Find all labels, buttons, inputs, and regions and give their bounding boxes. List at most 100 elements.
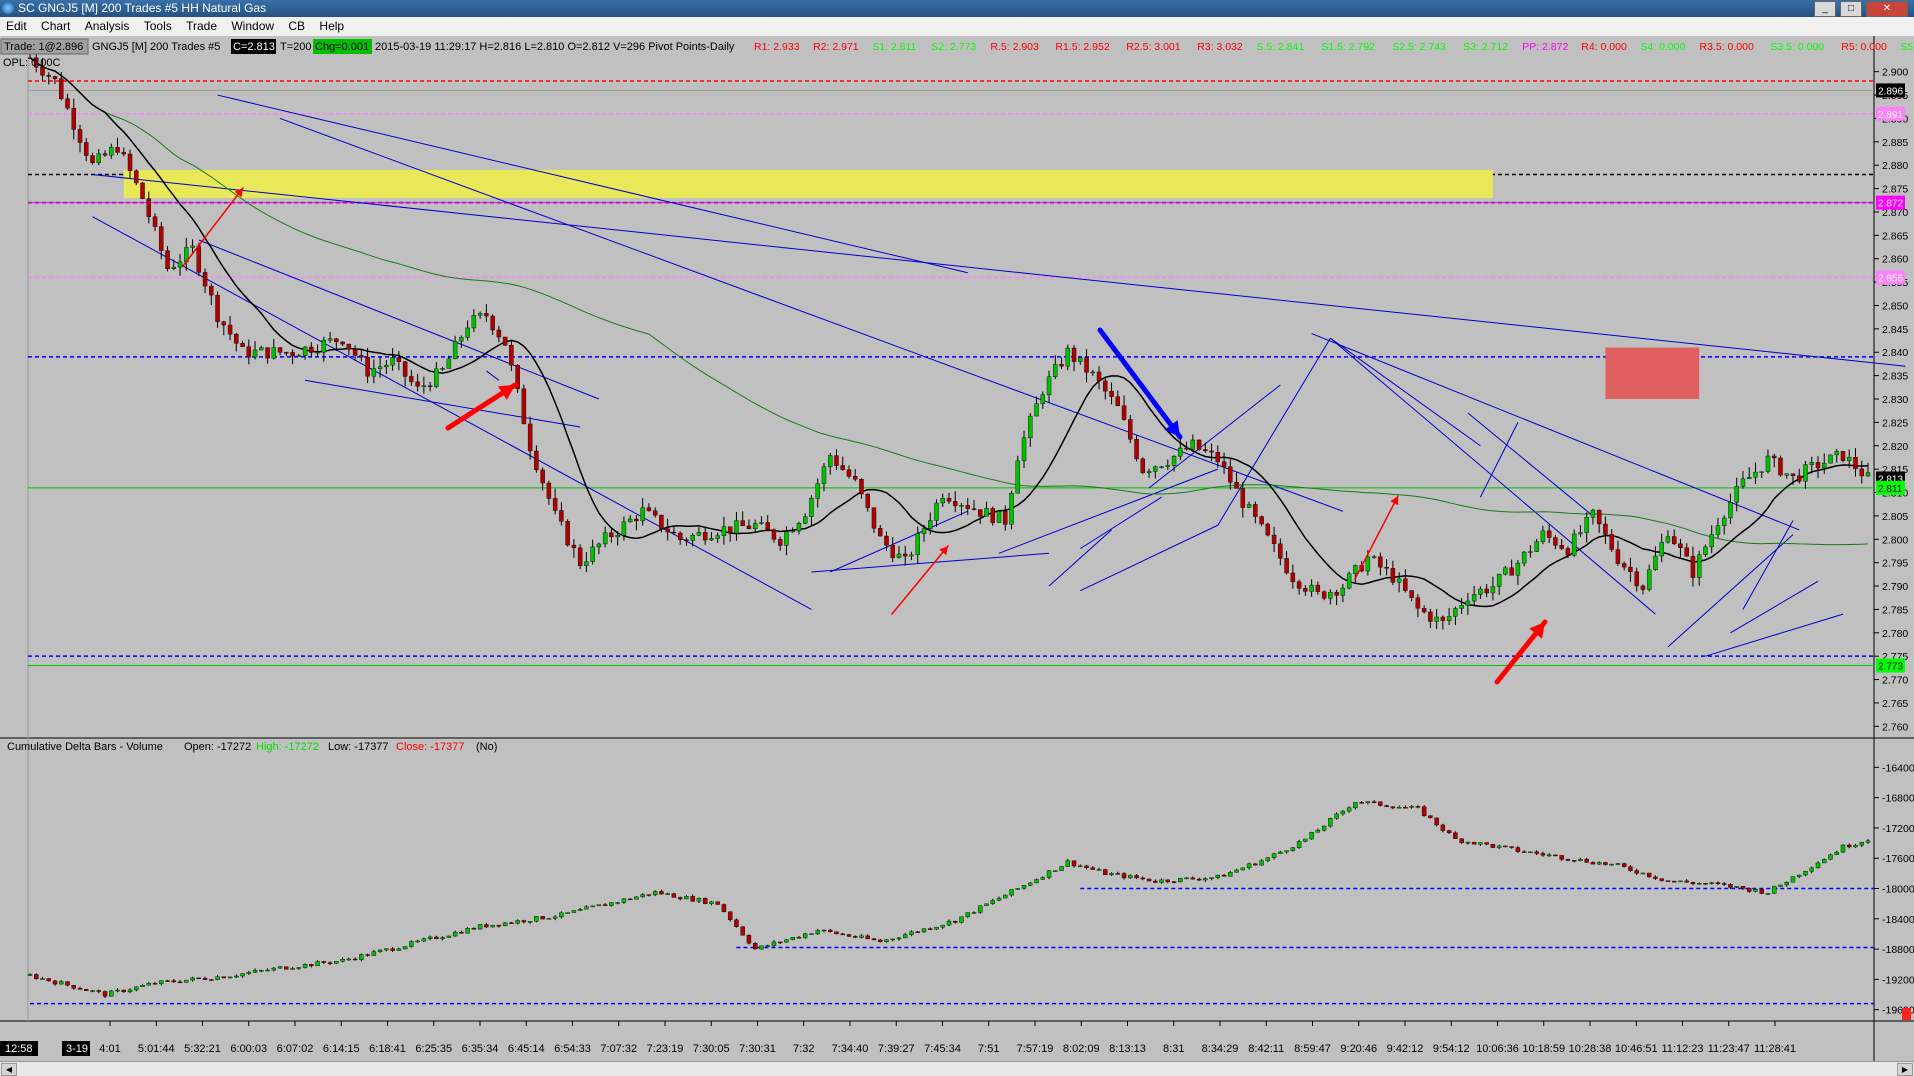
candle-body [1065,347,1071,367]
delta-bar [1146,878,1152,882]
menu-cb[interactable]: CB [282,17,310,33]
window-titlebar: SC GNGJ5 [M] 200 Trades #5 HH Natural Ga… [0,0,1914,17]
candle-body [1678,543,1683,548]
delta-bar [1728,884,1733,888]
candle-body [565,521,570,546]
menu-trade[interactable]: Trade [180,17,222,33]
candle-body [771,529,777,540]
candle-body [878,528,883,537]
candle-body [440,368,445,370]
candle-body [1265,523,1271,536]
candle-body [928,520,933,529]
candle-body [702,532,708,541]
delta-bar [284,966,289,970]
delta-bar [1284,850,1289,853]
menu-window[interactable]: Window [225,17,279,33]
delta-bar [615,902,620,904]
candle-body [359,355,364,358]
price-tag-label: 2.856 [1878,273,1903,284]
minimize-button[interactable]: _ [1814,1,1836,17]
horizontal-scrollbar[interactable]: ◀ ▶ [0,1061,1914,1076]
time-tick-label: 6:45:14 [508,1043,545,1055]
candle-body [790,530,795,533]
candle-body [765,522,770,530]
candle-body [115,147,120,153]
delta-bar [171,980,177,983]
delta-tick-label: -16400 [1882,762,1914,774]
delta-bar [915,931,920,933]
delta-bar [715,901,720,905]
delta-bar [1334,813,1339,819]
delta-bar [1609,863,1614,866]
candle-body [684,539,689,541]
candle-body [202,272,208,287]
scroll-left-button[interactable]: ◀ [1,1063,17,1076]
candle-body [1021,437,1027,462]
delta-bar [978,905,983,913]
price-tick-label: 2.885 [1882,137,1908,149]
delta-bar [515,920,520,924]
maximize-button[interactable]: □ [1840,1,1862,17]
candle-body [996,511,1002,523]
menu-tools[interactable]: Tools [138,17,177,33]
delta-bar [146,983,152,986]
candle-body [46,75,51,77]
candle-body [140,182,145,199]
delta-bar [1453,832,1458,839]
candle-body [1146,471,1152,473]
price-tag-label: 2.896 [1878,86,1903,97]
candle-body [1178,447,1183,457]
candle-body [1046,376,1052,396]
delta-bar [690,896,695,902]
candle-body [1084,357,1089,373]
candle-body [1246,504,1252,508]
close-button[interactable]: ✕ [1866,1,1908,17]
delta-bar [752,943,758,950]
candle-body [1459,605,1464,609]
candle-body [165,250,170,269]
candle-body [1321,591,1327,599]
candle-body [1578,532,1583,535]
menu-chart[interactable]: Chart [35,17,75,33]
delta-bar [834,931,839,935]
candle-body [1559,545,1564,549]
delta-bar [896,937,902,940]
candle-body [190,245,195,248]
time-tick-label: 4:01 [99,1043,120,1055]
delta-bar [1671,880,1677,883]
candle-body [52,76,58,80]
candle-body [1571,533,1577,556]
menu-edit[interactable]: Edit [0,17,32,33]
candle-body [1771,455,1777,459]
delta-bar [1640,872,1646,875]
delta-bar [552,916,558,919]
menu-help[interactable]: Help [313,17,349,33]
scroll-right-button[interactable]: ▶ [1897,1063,1913,1076]
delta-bar [71,984,76,989]
price-tick-label: 2.835 [1882,371,1908,383]
delta-bar [878,939,883,942]
delta-bar [1140,877,1146,880]
candle-body [446,358,452,369]
chart-area[interactable]: 2.9002.8952.8902.8852.8802.8752.8702.865… [0,36,1914,1061]
delta-bar [846,934,852,937]
candle-body [396,357,402,362]
menu-analysis[interactable]: Analysis [79,17,135,33]
candle-body [1040,394,1046,404]
delta-bar [1715,882,1721,884]
delta-bar [727,911,733,921]
time-tick-label: 11:28:41 [1754,1043,1796,1055]
delta-bar [109,990,114,997]
candle-body [640,507,645,522]
candle-body [490,315,495,331]
delta-bar [990,900,995,904]
candle-body [1309,584,1314,592]
candle-body [1715,525,1721,535]
delta-bar [1771,886,1777,894]
candle-body [1703,546,1708,555]
time-tick-label: 7:57:19 [1017,1043,1054,1055]
delta-bar [659,891,664,895]
pivot-label: R3.5: 0.000 [1700,41,1754,53]
candle-body [327,338,333,341]
delta-bar [1734,886,1739,888]
